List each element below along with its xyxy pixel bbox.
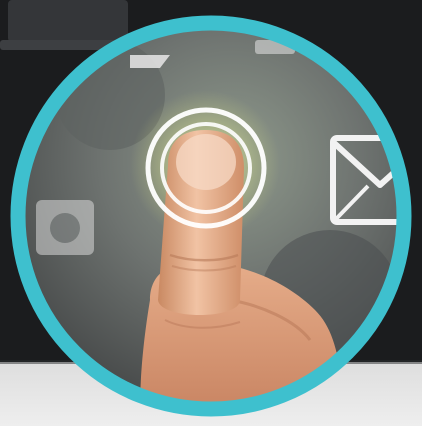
- hero-image: [0, 0, 422, 426]
- camera-icon: [36, 200, 94, 255]
